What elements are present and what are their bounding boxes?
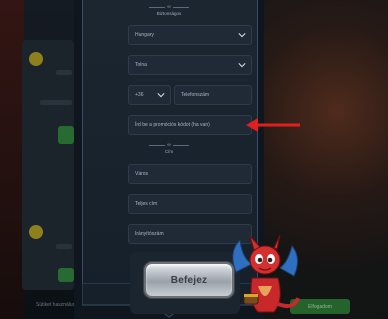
promo-placeholder: Írd be a promóciós kódot (ha van) xyxy=(135,122,210,128)
secure-label: Biztonságos xyxy=(156,11,182,16)
background-artwork-left xyxy=(0,0,24,319)
submit-button[interactable]: Befejez xyxy=(144,262,234,298)
promo-code-input[interactable]: Írd be a promóciós kódot (ha van) xyxy=(128,115,252,135)
county-value: Tolna xyxy=(135,62,147,68)
submit-label: Befejez xyxy=(170,274,208,286)
background-coin-icon xyxy=(29,52,43,66)
section-ornament: ∞ xyxy=(144,4,194,10)
background-line xyxy=(56,70,72,75)
phone-placeholder: Telefonszám xyxy=(181,92,210,98)
county-select[interactable]: Tolna xyxy=(128,55,252,75)
background-accept-label: Elfogadom xyxy=(308,303,332,310)
chevron-down-icon xyxy=(238,33,246,38)
chevron-down-icon xyxy=(157,93,165,98)
section-ornament: ∞ xyxy=(144,142,194,148)
country-select[interactable]: Hungary xyxy=(128,25,252,45)
phone-input[interactable]: Telefonszám xyxy=(174,85,252,105)
pointer-arrow-icon xyxy=(246,118,300,132)
city-placeholder: Város xyxy=(135,171,149,177)
city-input[interactable]: Város xyxy=(128,164,252,184)
country-value: Hungary xyxy=(135,32,154,38)
background-cookie-text: Sütiket használunk xyxy=(36,302,78,308)
dial-code-value: +36 xyxy=(135,92,144,98)
dragon-mascot-icon xyxy=(232,234,300,313)
background-side-panel xyxy=(22,40,74,290)
background-coin-icon xyxy=(29,225,43,239)
dial-code-select[interactable]: +36 xyxy=(128,85,171,105)
full-address-placeholder: Teljes cím xyxy=(135,201,158,207)
background-line xyxy=(40,100,72,105)
address-section-label: Cím xyxy=(164,149,174,154)
background-green-button xyxy=(58,126,74,144)
background-green-button xyxy=(58,268,74,282)
full-address-input[interactable]: Teljes cím xyxy=(128,194,252,214)
zip-placeholder: Irányítószám xyxy=(135,231,164,237)
background-line xyxy=(56,244,72,249)
chevron-down-icon xyxy=(238,63,246,68)
